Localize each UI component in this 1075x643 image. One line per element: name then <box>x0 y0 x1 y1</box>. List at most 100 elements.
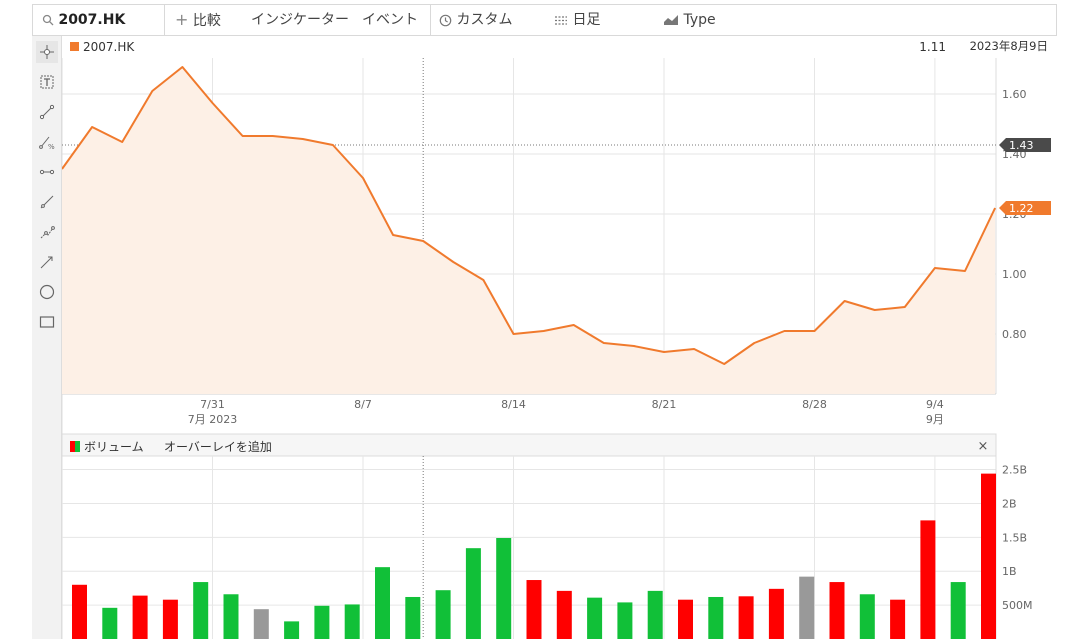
events-button[interactable]: イベント <box>362 5 418 35</box>
rectangle-icon <box>39 314 55 330</box>
close-volume-button[interactable]: × <box>978 439 989 454</box>
price-tick-label: 1.60 <box>1002 88 1027 101</box>
custom-label: カスタム <box>456 12 512 28</box>
x-tick-label: 8/28 <box>802 398 827 411</box>
segment-icon <box>39 104 55 120</box>
x-tick-label: 7/31 <box>200 398 225 411</box>
price-series <box>62 67 995 394</box>
ellipse-tool[interactable] <box>36 281 58 303</box>
divider <box>164 5 165 35</box>
volume-bar <box>436 590 451 639</box>
price-info-date: 2023年8月9日 <box>970 39 1048 53</box>
volume-bar <box>617 602 632 639</box>
volume-bar <box>769 589 784 639</box>
volume-bar <box>314 606 329 639</box>
volume-bar <box>405 597 420 639</box>
channel-icon <box>39 224 55 240</box>
volume-bar <box>739 596 754 639</box>
arrow-icon <box>39 254 55 270</box>
symbol-search[interactable]: 2007.HK <box>42 5 125 35</box>
price-tick-label: 1.00 <box>1002 268 1027 281</box>
volume-bar <box>345 604 360 639</box>
arrow-tool[interactable] <box>36 251 58 273</box>
indicators-button[interactable]: インジケーター <box>251 5 349 35</box>
x-tick-sublabel: 9月 <box>926 413 944 426</box>
add-overlay-link[interactable]: オーバーレイを追加 <box>164 439 272 454</box>
indicators-label: インジケーター <box>251 12 349 28</box>
toolbar: 2007.HK + 比較 インジケーター イベント カスタム 日足 Type <box>32 4 1057 36</box>
volume-bar <box>375 567 390 639</box>
text-tool[interactable] <box>36 71 58 93</box>
x-tick-label: 8/21 <box>652 398 677 411</box>
price-info-value: 1.11 <box>919 40 946 54</box>
chart-canvas[interactable]: 2007.HK 1.11 2023年8月9日 0.801.001.201.401… <box>62 36 1057 639</box>
last-price-marker: 1.22 <box>999 201 1051 215</box>
price-legend-label: 2007.HK <box>83 40 135 54</box>
volume-bar <box>466 548 481 639</box>
volume-bar <box>860 594 875 639</box>
last-price-marker-text: 1.22 <box>1009 202 1034 215</box>
compare-label: 比較 <box>193 13 221 29</box>
compare-button[interactable]: + 比較 <box>175 5 221 35</box>
volume-bar <box>587 598 602 639</box>
volume-bars <box>72 474 996 639</box>
percent-line-icon: % <box>39 134 55 150</box>
crosshair-marker-text: 1.43 <box>1009 139 1034 152</box>
trend-line-tool[interactable] <box>36 191 58 213</box>
drawing-tools: % <box>32 36 62 639</box>
volume-bar <box>678 600 693 639</box>
price-legend-swatch <box>70 42 79 51</box>
volume-bar <box>830 582 845 639</box>
volume-legend-label: ボリューム <box>84 440 144 454</box>
crosshair-icon <box>39 44 55 60</box>
fibonacci-tool[interactable]: % <box>36 131 58 153</box>
volume-bar <box>254 609 269 639</box>
clock-icon <box>439 14 452 27</box>
volume-bar <box>648 591 663 639</box>
trend-line-icon <box>39 194 55 210</box>
horizontal-line-icon <box>39 164 55 180</box>
x-tick-sublabel: 7月 2023 <box>188 413 238 426</box>
area-chart-icon <box>663 14 679 26</box>
volume-bar <box>951 582 966 639</box>
chart-area[interactable]: 2007.HK 1.11 2023年8月9日 0.801.001.201.401… <box>62 36 1057 639</box>
volume-bar <box>496 538 511 639</box>
circle-icon <box>39 284 55 300</box>
volume-bar <box>133 596 148 639</box>
rectangle-tool[interactable] <box>36 311 58 333</box>
text-box-icon <box>39 74 55 90</box>
volume-bar <box>557 591 572 639</box>
volume-panel-header: ボリューム オーバーレイを追加 × <box>62 434 996 456</box>
x-tick-label: 9/4 <box>926 398 944 411</box>
price-area <box>62 67 995 394</box>
period-label: 日足 <box>572 12 600 28</box>
volume-tick-label: 1B <box>1002 565 1017 578</box>
volume-tick-label: 2B <box>1002 497 1017 510</box>
volume-bar <box>72 585 87 639</box>
price-panel-header <box>62 36 1057 58</box>
crosshair-tool[interactable] <box>36 41 58 63</box>
line-segment-tool[interactable] <box>36 101 58 123</box>
symbol-label: 2007.HK <box>58 12 125 28</box>
volume-bar <box>193 582 208 639</box>
volume-bar <box>102 608 117 639</box>
channel-tool[interactable] <box>36 221 58 243</box>
custom-button[interactable]: カスタム <box>439 5 512 35</box>
horizontal-line-tool[interactable] <box>36 161 58 183</box>
chart-app: 2007.HK + 比較 インジケーター イベント カスタム 日足 Type <box>0 0 1075 639</box>
price-tick-label: 0.80 <box>1002 328 1027 341</box>
volume-legend-swatch-down <box>70 441 75 452</box>
period-button[interactable]: 日足 <box>554 5 600 35</box>
chart-type-button[interactable]: Type <box>663 5 716 35</box>
volume-tick-label: 2.5B <box>1002 464 1027 477</box>
x-tick-label: 8/14 <box>501 398 526 411</box>
divider <box>430 5 431 35</box>
volume-bar <box>981 474 996 639</box>
volume-bar <box>163 600 178 639</box>
crosshair-price-marker: 1.43 <box>999 138 1051 152</box>
volume-bar <box>284 621 299 639</box>
plus-icon: + <box>175 10 188 29</box>
volume-y-axis: 500M1B1.5B2B2.5B <box>1002 464 1033 613</box>
volume-bar <box>224 594 239 639</box>
period-icon <box>554 14 568 26</box>
